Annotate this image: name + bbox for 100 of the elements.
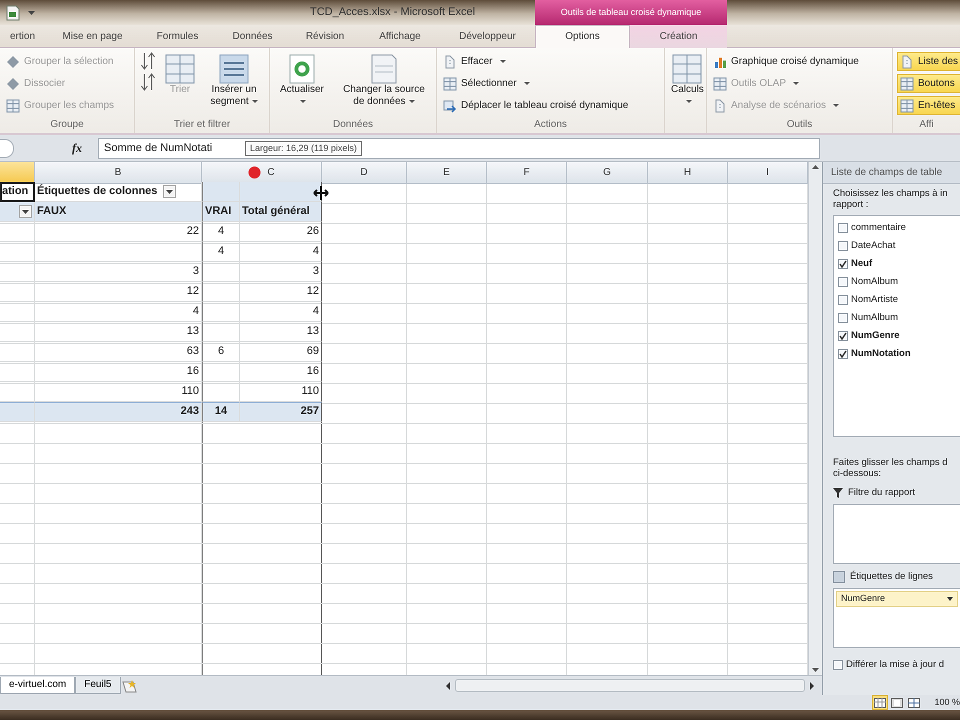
table-cell: ation	[0, 182, 35, 202]
table-cell: VRAI	[202, 202, 240, 222]
sheet-tab[interactable]: e-virtuel.com	[0, 677, 76, 694]
field-label[interactable]: NumGenre	[851, 330, 900, 342]
table-cell: 16	[35, 362, 202, 382]
ribbon-button[interactable]: Insérer un segment	[203, 52, 265, 110]
spreadsheet-icon[interactable]	[6, 4, 20, 20]
field-label[interactable]: NomAlbum	[851, 276, 898, 288]
scroll-left-icon[interactable]	[444, 680, 452, 690]
table-cell: 4	[202, 222, 240, 242]
table-cell	[202, 262, 240, 282]
ribbon-button[interactable]: Liste des	[897, 52, 960, 71]
ribbon-button[interactable]: Sélectionner	[441, 74, 630, 93]
field-label[interactable]: DateAchat	[851, 240, 896, 252]
ribbon-button[interactable]: Boutons	[897, 74, 960, 93]
grid-icon	[672, 54, 702, 84]
diamond-icon	[6, 76, 20, 90]
refresh-icon	[286, 54, 317, 84]
checkbox[interactable]	[838, 276, 848, 287]
table-cell: 69	[240, 342, 322, 362]
document-icon	[443, 54, 457, 68]
group-label: Outils	[786, 119, 814, 132]
function-button[interactable]: fx	[72, 140, 92, 156]
ribbon-tab[interactable]: Révision	[290, 25, 360, 48]
table-cell: 16	[240, 362, 322, 382]
grid-icon	[165, 54, 195, 84]
checkbox[interactable]	[838, 222, 848, 233]
caret-icon[interactable]	[28, 10, 35, 14]
horizontal-scrollbar[interactable]	[455, 679, 805, 692]
ribbon-button[interactable]: Changer la source de données	[336, 52, 432, 110]
grid-icon	[6, 98, 20, 112]
view-button[interactable]	[873, 696, 888, 709]
filter-dropdown[interactable]	[163, 185, 176, 198]
column-header[interactable]: D	[322, 162, 407, 184]
view-button[interactable]	[890, 696, 904, 709]
column-header[interactable]: H	[648, 162, 728, 184]
grid-icon	[900, 98, 914, 112]
column-header[interactable]: B	[35, 162, 202, 184]
ribbon-tab[interactable]: ertion	[0, 25, 45, 48]
pane-title: Liste de champs de table	[823, 162, 960, 184]
column-header[interactable]	[0, 162, 35, 184]
ribbon-button[interactable]: Effacer	[441, 52, 630, 71]
page-layout-icon	[891, 698, 904, 708]
area-field-item[interactable]: NumGenre	[836, 590, 958, 607]
ribbon-button[interactable]: Graphique croisé dynamique	[711, 52, 861, 71]
checkbox[interactable]	[838, 294, 848, 305]
table-cell: 22	[35, 222, 202, 242]
field-label[interactable]: NumAlbum	[851, 312, 898, 324]
field-label[interactable]: NomArtiste	[851, 294, 898, 306]
checkbox[interactable]	[838, 348, 848, 359]
table-cell: 13	[240, 322, 322, 342]
ribbon-tab[interactable]: Développeur	[440, 25, 535, 48]
document-icon	[713, 98, 727, 112]
insert-sheet-icon[interactable]	[120, 678, 138, 692]
diamond-icon	[6, 54, 20, 68]
column-header[interactable]: I	[728, 162, 808, 184]
ribbon-tab[interactable]: Données	[215, 25, 290, 48]
column-letter: C	[267, 166, 275, 178]
ribbon-tab[interactable]: Affichage	[360, 25, 440, 48]
table-cell	[202, 322, 240, 342]
field-label[interactable]: Neuf	[851, 258, 872, 270]
ribbon-button[interactable]: En-têtes	[897, 96, 960, 115]
checkbox[interactable]	[833, 660, 843, 670]
vertical-scrollbar[interactable]	[808, 162, 822, 675]
ribbon-tab[interactable]: Options	[535, 25, 630, 48]
drop-area[interactable]: NumGenre	[833, 588, 960, 648]
table-cell	[0, 402, 35, 422]
checkbox-label[interactable]: Différer la mise à jour d	[846, 658, 944, 670]
table-cell: 257	[240, 402, 322, 422]
caret-icon	[252, 100, 258, 103]
sort-icon[interactable]	[139, 73, 157, 91]
group-label: Données	[332, 119, 374, 132]
caret-icon	[793, 82, 800, 85]
column-header[interactable]: G	[567, 162, 648, 184]
column-header[interactable]: F	[487, 162, 567, 184]
checkbox[interactable]	[838, 258, 848, 269]
field-label[interactable]: commentaire	[851, 222, 906, 234]
ribbon-button[interactable]: Déplacer le tableau croisé dynamique	[441, 96, 630, 115]
sort-icon[interactable]	[139, 52, 157, 70]
grid-icon	[900, 76, 914, 90]
filter-dropdown[interactable]	[19, 205, 32, 218]
ribbon-button[interactable]: Calculs	[669, 52, 706, 110]
ribbon-tab[interactable]: Création	[630, 25, 727, 48]
view-button[interactable]	[907, 696, 922, 709]
table-cell: 3	[35, 262, 202, 282]
ribbon-tab[interactable]: Mise en page	[45, 25, 140, 48]
column-header[interactable]: E	[407, 162, 487, 184]
group-label: Affi	[918, 119, 935, 132]
sheet-tab[interactable]: Feuil5	[75, 677, 120, 694]
ribbon-button[interactable]: Actualiser	[274, 52, 330, 110]
checkbox[interactable]	[838, 312, 848, 323]
table-cell: 4	[202, 242, 240, 262]
ribbon-tab[interactable]: Formules	[140, 25, 215, 48]
scroll-right-icon[interactable]	[808, 680, 816, 690]
column-header[interactable]: C	[202, 162, 322, 184]
checkbox[interactable]	[838, 240, 848, 251]
zoom-level[interactable]: 100 %	[934, 697, 960, 708]
field-label: NumGenre	[841, 593, 886, 604]
field-label[interactable]: NumNotation	[851, 348, 911, 360]
checkbox[interactable]	[838, 330, 848, 341]
